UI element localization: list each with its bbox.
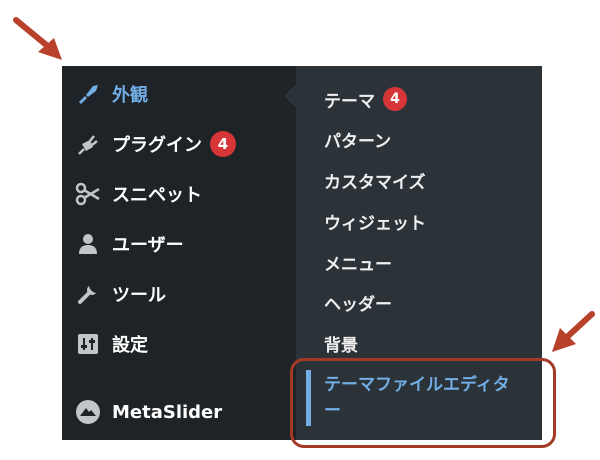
- submenu-item-label: ヘッダー: [324, 294, 392, 315]
- sidebar-item-tools[interactable]: ツール: [62, 272, 296, 316]
- sidebar-item-label: ユーザー: [112, 235, 184, 256]
- sidebar-item-plugins[interactable]: プラグイン 4: [62, 122, 296, 166]
- annotation-arrow-bottom-right: [552, 311, 595, 352]
- submenu-item-label: ウィジェット: [324, 213, 426, 234]
- sidebar-item-appearance[interactable]: 外観: [62, 72, 296, 116]
- sidebar-item-label: ツール: [112, 285, 166, 306]
- metaslider-icon: [62, 399, 110, 425]
- submenu-item-label: テーマ: [324, 91, 375, 112]
- active-menu-pointer: [284, 84, 296, 108]
- scissors-icon: [62, 182, 110, 206]
- sidebar-item-settings[interactable]: 設定: [62, 322, 296, 366]
- submenu-item-widgets[interactable]: ウィジェット: [324, 206, 426, 236]
- sidebar-item-users[interactable]: ユーザー: [62, 222, 296, 266]
- user-icon: [62, 232, 110, 256]
- settings-icon: [62, 333, 110, 355]
- submenu-item-background[interactable]: 背景: [324, 328, 358, 358]
- submenu-item-patterns[interactable]: パターン: [324, 124, 391, 154]
- update-count-badge: 4: [210, 131, 236, 157]
- sidebar-item-label: 設定: [112, 335, 148, 356]
- submenu-item-customize[interactable]: カスタマイズ: [324, 165, 426, 195]
- submenu-item-label: 背景: [324, 335, 358, 356]
- plugin-icon: [62, 132, 110, 156]
- wrench-icon: [62, 282, 110, 306]
- admin-sidebar: 外観 プラグイン 4 スニペット ユーザー ツール 設定 MetaSlider: [62, 66, 296, 440]
- submenu-item-menus[interactable]: メニュー: [324, 247, 392, 277]
- submenu-item-themes[interactable]: テーマ 4: [324, 84, 407, 114]
- sidebar-item-label: 外観: [112, 85, 148, 106]
- sidebar-item-label: MetaSlider: [112, 401, 223, 423]
- submenu-item-label: パターン: [324, 131, 392, 152]
- submenu-item-header[interactable]: ヘッダー: [324, 287, 392, 317]
- sidebar-item-metaslider[interactable]: MetaSlider: [62, 390, 296, 434]
- annotation-arrow-top-left: [13, 17, 62, 60]
- submenu-item-label: メニュー: [324, 254, 392, 275]
- theme-update-badge: 4: [383, 87, 407, 111]
- annotation-highlight-box: [290, 358, 556, 448]
- paintbrush-icon: [62, 82, 110, 106]
- sidebar-item-label: プラグイン: [112, 135, 202, 156]
- sidebar-item-label: スニペット: [112, 185, 202, 206]
- sidebar-item-snippets[interactable]: スニペット: [62, 172, 296, 216]
- submenu-item-label: カスタマイズ: [324, 172, 426, 193]
